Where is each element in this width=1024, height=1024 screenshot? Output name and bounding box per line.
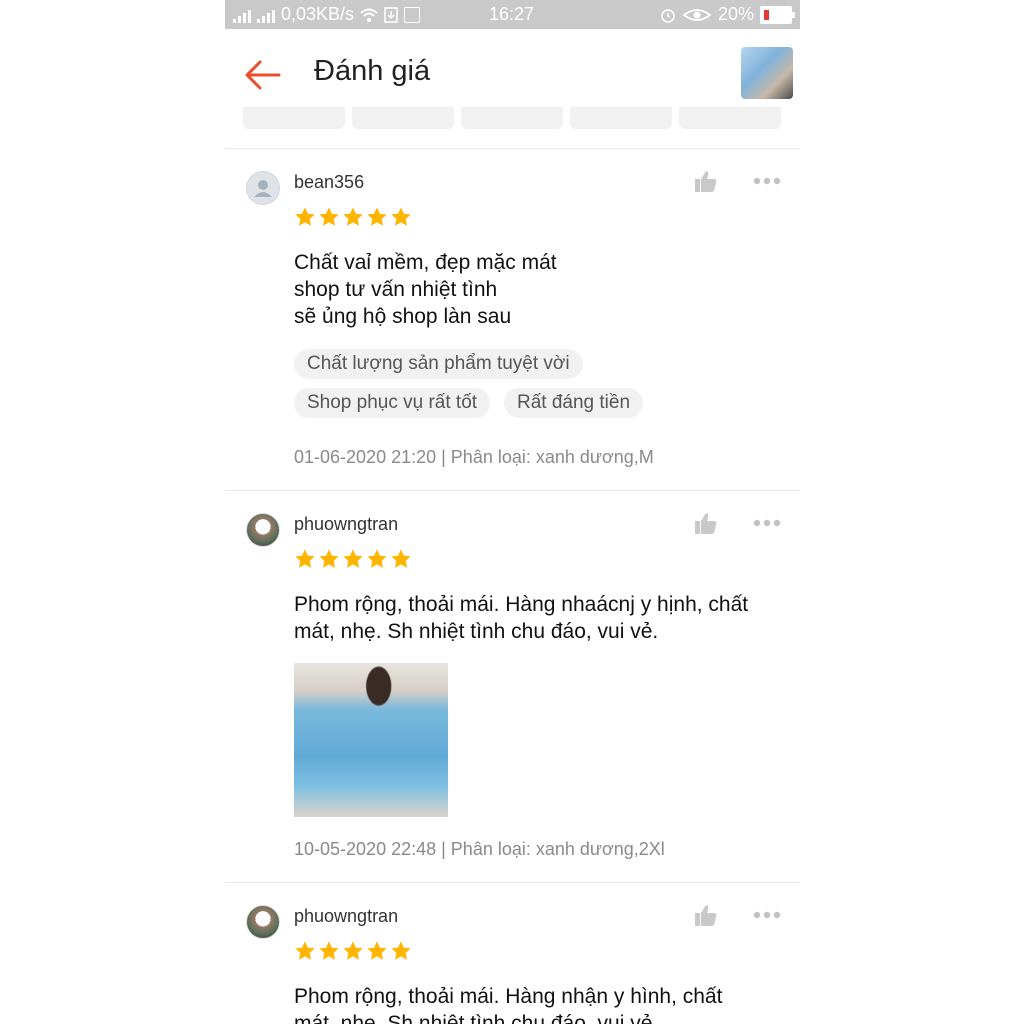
app-notification-icon (404, 6, 421, 23)
star-rating (294, 940, 412, 962)
star-rating (294, 548, 412, 570)
battery-percent: 20% (717, 4, 754, 24)
user-icon (254, 180, 272, 197)
filter-chip[interactable] (570, 107, 672, 129)
more-dots-icon[interactable] (752, 176, 782, 186)
thumbs-up-icon[interactable] (693, 510, 719, 536)
star-icon (319, 549, 339, 568)
star-icon (343, 207, 363, 226)
app-screen: 0,03KB/s 16:27 20% Đánh giá bean356 Chất… (225, 0, 800, 1024)
page-title: Đánh giá (314, 55, 431, 87)
status-time: 16:27 (489, 4, 535, 24)
filter-chip[interactable] (461, 107, 563, 129)
review-tag: Chất lượng sản phẩm tuyệt vời (294, 349, 583, 379)
star-icon (295, 941, 315, 960)
app-header: Đánh giá (225, 29, 800, 119)
star-icon (367, 941, 387, 960)
rating-filter-row (243, 107, 781, 129)
more-dots-icon[interactable] (752, 518, 782, 528)
star-icon (367, 207, 387, 226)
review-tag: Rất đáng tiền (504, 388, 644, 418)
filter-chip[interactable] (679, 107, 781, 129)
download-icon (384, 6, 398, 23)
battery-icon (760, 5, 795, 24)
review-photo[interactable] (294, 663, 448, 817)
status-left: 0,03KB/s (233, 4, 421, 25)
review-meta: 10-05-2020 22:48 | Phân loại: xanh dương… (294, 839, 665, 859)
divider (225, 882, 800, 883)
star-rating (294, 206, 412, 228)
star-icon (295, 549, 315, 568)
thumbs-up-icon[interactable] (693, 168, 719, 194)
star-icon (391, 941, 411, 960)
review-username[interactable]: phuowngtran (294, 514, 398, 535)
divider (225, 148, 800, 149)
more-dots-icon[interactable] (752, 910, 782, 920)
filter-chip[interactable] (352, 107, 454, 129)
review-meta: 01-06-2020 21:20 | Phân loại: xanh dương… (294, 447, 654, 467)
star-icon (295, 207, 315, 226)
star-icon (391, 207, 411, 226)
star-icon (319, 207, 339, 226)
avatar[interactable] (246, 905, 280, 939)
star-icon (391, 549, 411, 568)
review-comment: Phom rộng, thoải mái. Hàng nhận y hình, … (294, 985, 723, 1024)
back-button[interactable] (243, 55, 283, 95)
review-username[interactable]: bean356 (294, 172, 364, 193)
wifi-icon (360, 8, 378, 22)
star-icon (367, 549, 387, 568)
alarm-icon (661, 8, 675, 23)
signal-icon-2 (257, 7, 275, 23)
network-speed: 0,03KB/s (281, 4, 355, 24)
product-thumbnail[interactable] (741, 47, 793, 99)
status-bar: 0,03KB/s 16:27 20% (225, 0, 800, 29)
thumbs-up-icon[interactable] (693, 902, 719, 928)
star-icon (343, 941, 363, 960)
divider (225, 490, 800, 491)
filter-chip[interactable] (243, 107, 345, 129)
eye-icon (682, 8, 712, 21)
signal-icon (233, 7, 251, 23)
review-tag: Shop phục vụ rất tốt (294, 388, 491, 418)
avatar[interactable] (246, 513, 280, 547)
arrow-left-icon (245, 60, 281, 90)
review-username[interactable]: phuowngtran (294, 906, 398, 927)
status-right: 20% (660, 4, 795, 25)
avatar[interactable] (246, 171, 280, 205)
review-comment: Phom rộng, thoải mái. Hàng nhaácnj y hịn… (294, 593, 749, 643)
review-comment: Chất vaỉ mềm, đẹp mặc mát shop tư vấn nh… (294, 251, 557, 328)
star-icon (343, 549, 363, 568)
star-icon (319, 941, 339, 960)
